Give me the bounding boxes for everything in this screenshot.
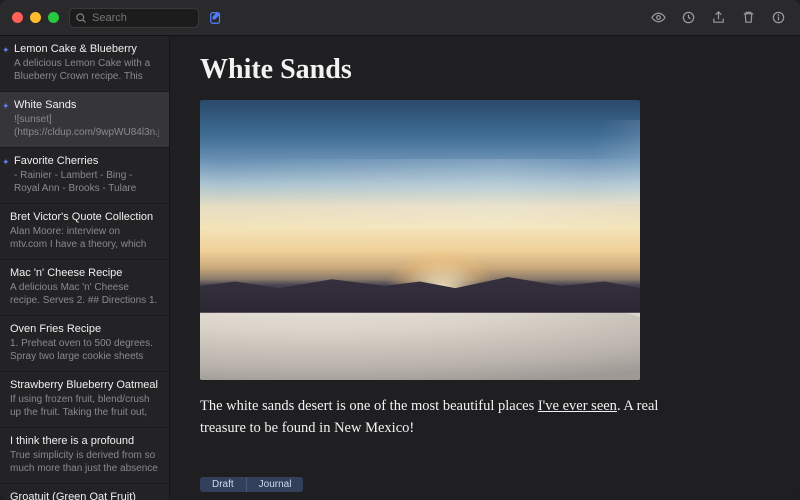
sunset-image — [200, 100, 640, 380]
share-button[interactable] — [710, 10, 726, 26]
note-item[interactable]: Oven Fries Recipe 1. Preheat oven to 500 … — [0, 316, 169, 372]
note-preview: True simplicity is derived from so much … — [10, 449, 159, 475]
note-preview: Alan Moore: interview on mtv.com I have … — [10, 225, 159, 251]
note-title: Bret Victor's Quote Collection — [10, 211, 159, 223]
note-title: I think there is a profound — [10, 435, 159, 447]
compose-icon — [209, 11, 223, 25]
note-preview: - Rainier - Lambert - Bing - Royal Ann -… — [14, 169, 159, 195]
document-body[interactable]: The white sands desert is one of the mos… — [200, 396, 700, 440]
note-item[interactable]: Favorite Cherries - Rainier - Lambert - B… — [0, 148, 169, 204]
note-preview: 1. Preheat oven to 500 degrees. Spray tw… — [10, 337, 159, 363]
search-input[interactable] — [69, 8, 199, 28]
note-item[interactable]: Groatuit (Green Oat Fruit)To make the fl… — [0, 484, 169, 500]
note-title: Favorite Cherries — [14, 155, 159, 167]
tag-journal[interactable]: Journal — [247, 477, 304, 492]
tag-draft[interactable]: Draft — [200, 477, 247, 492]
tag-bar: Draft Journal — [170, 477, 800, 500]
app-body: Lemon Cake & Blueberry A delicious Lemon … — [0, 36, 800, 500]
note-preview: A delicious Lemon Cake with a Blueberry … — [14, 57, 159, 83]
trash-icon — [741, 10, 756, 25]
eye-icon — [651, 10, 666, 25]
info-icon — [771, 10, 786, 25]
note-title: Oven Fries Recipe — [10, 323, 159, 335]
search-icon — [75, 12, 87, 24]
minimize-icon[interactable] — [30, 12, 41, 23]
preview-button[interactable] — [650, 10, 666, 26]
note-item[interactable]: Lemon Cake & Blueberry A delicious Lemon … — [0, 36, 169, 92]
note-title: Mac 'n' Cheese Recipe — [10, 267, 159, 279]
note-item[interactable]: White Sands ![sunset](https://cldup.com/9… — [0, 92, 169, 148]
toolbar-actions — [650, 10, 786, 26]
search-wrap — [69, 8, 199, 28]
app-window: Lemon Cake & Blueberry A delicious Lemon … — [0, 0, 800, 500]
info-button[interactable] — [770, 10, 786, 26]
note-title: Lemon Cake & Blueberry — [14, 43, 159, 55]
document-title: White Sands — [200, 54, 770, 86]
zoom-icon[interactable] — [48, 12, 59, 23]
titlebar — [0, 0, 800, 36]
window-controls — [12, 12, 59, 23]
note-list[interactable]: Lemon Cake & Blueberry A delicious Lemon … — [0, 36, 170, 500]
document: White Sands The white sands desert is on… — [170, 36, 800, 477]
note-preview: ![sunset](https://cldup.com/9wpWU84l3n.j… — [14, 113, 159, 139]
share-icon — [711, 10, 726, 25]
note-item[interactable]: I think there is a profound True simplici… — [0, 428, 169, 484]
document-image — [200, 100, 640, 380]
close-icon[interactable] — [12, 12, 23, 23]
note-title: Strawberry Blueberry Oatmeal — [10, 379, 159, 391]
note-preview: If using frozen fruit, blend/crush up th… — [10, 393, 159, 419]
clock-icon — [681, 10, 696, 25]
note-item[interactable]: Bret Victor's Quote Collection Alan Moore… — [0, 204, 169, 260]
editor-pane: White Sands The white sands desert is on… — [170, 36, 800, 500]
delete-button[interactable] — [740, 10, 756, 26]
history-button[interactable] — [680, 10, 696, 26]
compose-button[interactable] — [205, 9, 227, 27]
note-title: Groatuit (Green Oat Fruit) — [10, 491, 159, 500]
note-item[interactable]: Strawberry Blueberry Oatmeal If using fro… — [0, 372, 169, 428]
note-item[interactable]: Mac 'n' Cheese Recipe A delicious Mac 'n'… — [0, 260, 169, 316]
note-preview: A delicious Mac 'n' Cheese recipe. Serve… — [10, 281, 159, 307]
note-title: White Sands — [14, 99, 159, 111]
